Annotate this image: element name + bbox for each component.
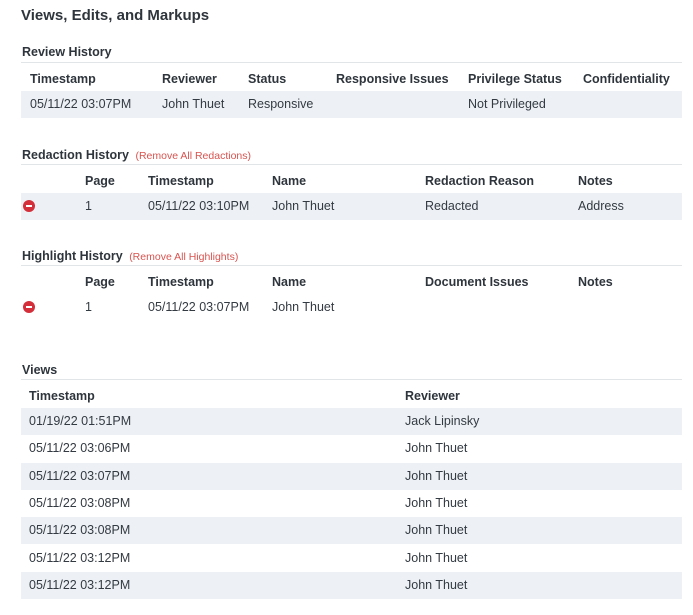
view-timestamp: 05/11/22 03:07PM	[29, 469, 131, 483]
views-label: Views	[22, 363, 58, 377]
column-header-timestamp: Timestamp	[148, 174, 214, 188]
review-privilege-status: Not Privileged	[468, 97, 546, 111]
column-header-timestamp: Timestamp	[29, 389, 95, 403]
remove-circle-icon[interactable]	[23, 200, 35, 212]
view-reviewer: John Thuet	[405, 523, 468, 537]
column-header-privilege-status: Privilege Status	[468, 72, 562, 86]
view-timestamp: 05/11/22 03:12PM	[29, 578, 131, 592]
column-header-status: Status	[248, 72, 287, 86]
review-history-divider	[21, 62, 682, 63]
redaction-history-label: Redaction History	[22, 148, 129, 162]
table-row: 05/11/22 03:07PM John Thuet Responsive N…	[21, 91, 682, 118]
column-header-notes: Notes	[578, 174, 613, 188]
table-row: 05/11/22 03:12PM John Thuet	[21, 572, 682, 599]
highlight-timestamp: 05/11/22 03:07PM	[148, 300, 250, 314]
column-header-name: Name	[272, 275, 307, 289]
column-header-notes: Notes	[578, 275, 613, 289]
page-title: Views, Edits, and Markups	[21, 7, 210, 24]
view-timestamp: 05/11/22 03:06PM	[29, 441, 131, 455]
column-header-page: Page	[85, 275, 115, 289]
remove-circle-icon[interactable]	[23, 301, 35, 313]
view-reviewer: John Thuet	[405, 469, 468, 483]
table-row: 05/11/22 03:08PM John Thuet	[21, 517, 682, 544]
view-reviewer: John Thuet	[405, 496, 468, 510]
view-reviewer: John Thuet	[405, 551, 468, 565]
column-header-page: Page	[85, 174, 115, 188]
highlight-history-title: Highlight History (Remove All Highlights…	[22, 249, 238, 263]
views-title: Views	[22, 363, 57, 377]
redaction-notes: Address	[578, 199, 624, 213]
column-header-confidentiality: Confidentiality	[583, 72, 670, 86]
redaction-timestamp: 05/11/22 03:10PM	[148, 199, 250, 213]
view-reviewer: Jack Lipinsky	[405, 414, 480, 428]
view-reviewer: John Thuet	[405, 441, 468, 455]
highlight-history-label: Highlight History	[22, 249, 123, 263]
redaction-name: John Thuet	[272, 199, 335, 213]
remove-all-redactions-link[interactable]: (Remove All Redactions)	[135, 150, 251, 162]
redaction-history-divider	[21, 164, 682, 165]
view-timestamp: 05/11/22 03:12PM	[29, 551, 131, 565]
table-row: 05/11/22 03:08PM John Thuet	[21, 490, 682, 517]
table-row: 05/11/22 03:06PM John Thuet	[21, 435, 682, 462]
highlight-history-header: Page Timestamp Name Document Issues Note…	[21, 269, 682, 296]
highlight-name: John Thuet	[272, 300, 335, 314]
redaction-history-header: Page Timestamp Name Redaction Reason Not…	[21, 168, 682, 195]
table-row: 05/11/22 03:07PM John Thuet	[21, 463, 682, 490]
views-header: Timestamp Reviewer	[21, 383, 682, 410]
table-row: 01/19/22 01:51PM Jack Lipinsky	[21, 408, 682, 435]
redaction-history-title: Redaction History (Remove All Redactions…	[22, 148, 251, 162]
review-timestamp: 05/11/22 03:07PM	[30, 97, 132, 111]
view-reviewer: John Thuet	[405, 578, 468, 592]
views-divider	[21, 379, 682, 380]
column-header-name: Name	[272, 174, 307, 188]
table-row: 1 05/11/22 03:07PM John Thuet	[21, 294, 682, 321]
column-header-redaction-reason: Redaction Reason	[425, 174, 535, 188]
table-row: 05/11/22 03:12PM John Thuet	[21, 545, 682, 572]
column-header-timestamp: Timestamp	[30, 72, 96, 86]
column-header-responsive-issues: Responsive Issues	[336, 72, 449, 86]
column-header-timestamp: Timestamp	[148, 275, 214, 289]
remove-all-highlights-link[interactable]: (Remove All Highlights)	[129, 251, 238, 263]
view-timestamp: 01/19/22 01:51PM	[29, 414, 132, 428]
review-reviewer: John Thuet	[162, 97, 225, 111]
view-timestamp: 05/11/22 03:08PM	[29, 523, 131, 537]
view-timestamp: 05/11/22 03:08PM	[29, 496, 131, 510]
highlight-history-divider	[21, 265, 682, 266]
column-header-document-issues: Document Issues	[425, 275, 529, 289]
review-history-title: Review History	[22, 45, 112, 59]
column-header-reviewer: Reviewer	[162, 72, 217, 86]
review-history-label: Review History	[22, 45, 112, 59]
review-history-header: Timestamp Reviewer Status Responsive Iss…	[21, 66, 682, 93]
column-header-reviewer: Reviewer	[405, 389, 460, 403]
table-row: 1 05/11/22 03:10PM John Thuet Redacted A…	[21, 193, 682, 220]
review-status: Responsive	[248, 97, 314, 111]
highlight-page: 1	[85, 300, 92, 314]
redaction-page: 1	[85, 199, 92, 213]
redaction-reason: Redacted	[425, 199, 479, 213]
